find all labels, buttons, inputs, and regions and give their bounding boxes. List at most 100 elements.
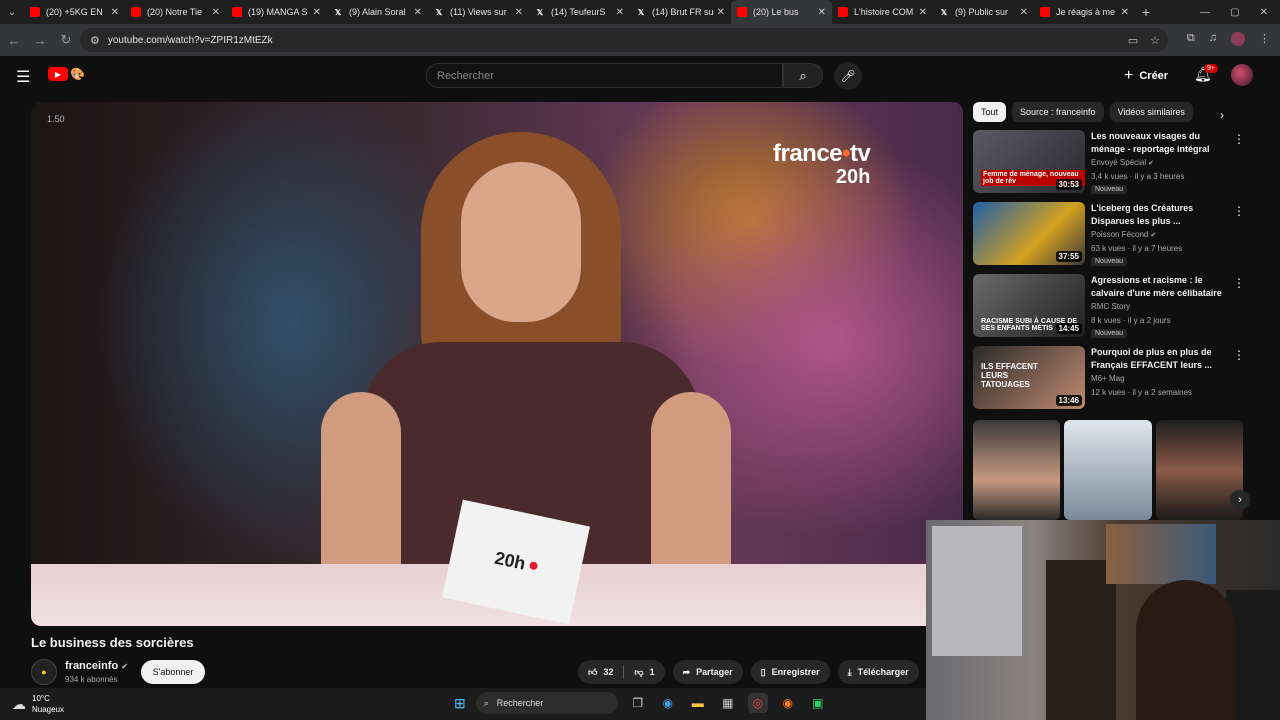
dislike-count: 1 (649, 667, 655, 677)
task-view-icon[interactable]: ❐ (628, 693, 648, 713)
bookmark-icon: ▯ (760, 666, 766, 677)
cast-icon[interactable]: ▭ (1128, 34, 1138, 47)
subscribe-button[interactable]: S'abonner (141, 660, 205, 684)
channel-name[interactable]: franceinfo ✔ (65, 660, 128, 672)
file-explorer-icon[interactable]: ▬ (688, 693, 708, 713)
media-controls-icon[interactable]: ♫ (1209, 32, 1217, 46)
close-tab-icon[interactable]: ✕ (414, 7, 422, 18)
minimize-icon[interactable]: — (1200, 7, 1210, 18)
share-icon: ➦ (682, 666, 691, 677)
video-title: Le business des sorcières (31, 635, 194, 650)
profile-avatar[interactable] (1231, 32, 1245, 46)
chevron-right-icon[interactable]: › (1220, 108, 1224, 122)
channel-avatar[interactable]: ● (31, 659, 57, 685)
chip-all[interactable]: Tout (973, 102, 1007, 122)
back-icon[interactable]: ← (2, 33, 26, 48)
weather-widget[interactable]: ☁ 10°C Nuageux (12, 693, 64, 715)
close-tab-icon[interactable]: ✕ (515, 7, 523, 18)
short-thumbnail[interactable] (973, 420, 1061, 520)
browser-tab[interactable]: L'histoire COM ✕ (832, 0, 933, 24)
tab-title: (20) +5KG EN (46, 7, 103, 17)
browser-tab[interactable]: 𝕏 (9) Alain Soral ✕ (327, 0, 428, 24)
more-options-icon[interactable]: ⋮ (1233, 348, 1245, 362)
bookmark-star-icon[interactable]: ☆ (1150, 34, 1160, 47)
recommendation-item[interactable]: RACISME SUBI À CAUSE DE SES ENFANTS MÉTI… (973, 274, 1263, 338)
browser-tab[interactable]: (20) +5KG EN ✕ (24, 0, 125, 24)
search-button[interactable]: ⌕ (783, 63, 823, 88)
more-options-icon[interactable]: ⋮ (1233, 132, 1245, 146)
browser-tab[interactable]: (20) Notre Tie ✕ (125, 0, 226, 24)
recommendation-item[interactable]: ILS EFFACENT LEURS TATOUAGES 13:46 Pourq… (973, 346, 1263, 410)
extensions-icon[interactable]: ⧉ (1187, 32, 1195, 46)
close-tab-icon[interactable]: ✕ (818, 7, 826, 18)
weather-condition: Nuageux (32, 705, 65, 714)
search-icon: ⌕ (799, 67, 807, 83)
verified-icon: ✔ (121, 662, 128, 671)
watermark-brand-suffix: tv (849, 140, 871, 167)
app-icon[interactable]: ▣ (808, 693, 828, 713)
firefox-icon[interactable]: ◉ (778, 693, 798, 713)
download-icon: ⤓ (847, 666, 852, 677)
create-button[interactable]: + Créer (1124, 64, 1168, 88)
short-thumbnail[interactable] (1064, 420, 1152, 520)
x-icon: 𝕏 (940, 7, 948, 17)
tab-search-dropdown-icon[interactable]: ⌄ (0, 0, 24, 24)
account-avatar[interactable] (1231, 64, 1253, 86)
close-tab-icon[interactable]: ✕ (717, 7, 725, 18)
dislike-button[interactable]: 👎︎ 1 (624, 667, 664, 678)
recommendation-item[interactable]: 37:55 L'iceberg des Créatures Disparues … (973, 202, 1263, 266)
browser-tab[interactable]: Je réagis à me ✕ (1034, 0, 1135, 24)
maximize-icon[interactable]: ▢ (1230, 7, 1239, 18)
browser-tab[interactable]: 𝕏 (9) Public sur ✕ (933, 0, 1034, 24)
edge-icon[interactable]: ◉ (658, 693, 678, 713)
chip-similar[interactable]: Vidéos similaires (1109, 102, 1193, 122)
search-input[interactable]: Rechercher (426, 63, 783, 88)
reload-icon[interactable]: ↻ (54, 32, 78, 48)
site-info-icon[interactable]: ⚙ (90, 34, 100, 47)
duration-badge: 37:55 (1055, 251, 1082, 262)
chip-source[interactable]: Source : franceinfo (1012, 102, 1104, 122)
hamburger-menu-icon[interactable]: ☰ (16, 67, 30, 87)
close-tab-icon[interactable]: ✕ (616, 7, 624, 18)
forward-icon[interactable]: → (28, 33, 52, 48)
browser-tab[interactable]: 𝕏 (11) Views sur ✕ (428, 0, 529, 24)
browser-tab[interactable]: 𝕏 (14) TeufeurS ✕ (529, 0, 630, 24)
like-button[interactable]: 👍︎ 32 (578, 667, 623, 678)
recommendation-meta: 63 k vues · il y a 7 heures (1091, 244, 1183, 253)
browser-tab[interactable]: 𝕏 (14) Brut FR su ✕ (630, 0, 731, 24)
watermark-brand: france (773, 140, 843, 167)
youtube-icon (1040, 7, 1050, 17)
download-button[interactable]: ⤓ Télécharger (837, 660, 919, 684)
voice-search-button[interactable]: 🎤︎ (834, 62, 862, 90)
close-tab-icon[interactable]: ✕ (1020, 7, 1028, 18)
youtube-logo[interactable]: ▶ 🎨 (48, 67, 85, 81)
chrome-icon[interactable]: ◎ (747, 693, 768, 713)
close-tab-icon[interactable]: ✕ (313, 7, 321, 18)
youtube-header: ☰ ▶ 🎨 Rechercher ⌕ 🎤︎ + Créer 🔔︎ 9+ (0, 56, 1280, 96)
windows-start-icon[interactable]: ⊞ (454, 695, 466, 712)
close-window-icon[interactable]: ✕ (1260, 7, 1268, 18)
browser-tab[interactable]: (19) MANGA S ✕ (226, 0, 327, 24)
shorts-next-button[interactable]: › (1230, 490, 1250, 510)
video-player[interactable]: 1.50 france•tv 20h 20h (31, 102, 963, 626)
store-icon[interactable]: ▦ (718, 693, 738, 713)
tab-title: (20) Notre Tie (147, 7, 203, 17)
close-tab-icon[interactable]: ✕ (1121, 7, 1129, 18)
new-tab-button[interactable]: + (1135, 4, 1157, 20)
channel-watermark: france•tv 20h (773, 140, 871, 188)
taskbar-search[interactable]: ⌕ Rechercher (475, 692, 618, 714)
close-tab-icon[interactable]: ✕ (212, 7, 220, 18)
more-options-icon[interactable]: ⋮ (1233, 204, 1245, 218)
save-button[interactable]: ▯ Enregistrer (750, 660, 830, 684)
url-field[interactable]: ⚙ youtube.com/watch?v=ZPIR1zMtEZk ▭ ☆ (80, 28, 1168, 52)
more-options-icon[interactable]: ⋮ (1233, 276, 1245, 290)
plus-icon: + (1124, 67, 1134, 84)
close-tab-icon[interactable]: ✕ (111, 7, 119, 18)
browser-tab[interactable]: (20) Le bus ✕ (731, 0, 832, 24)
recommendation-item[interactable]: Femme de ménage, nouveau job de rêv 30:5… (973, 130, 1263, 194)
duration-badge: 14:45 (1055, 323, 1082, 334)
close-tab-icon[interactable]: ✕ (919, 7, 927, 18)
browser-menu-icon[interactable]: ⋮ (1259, 32, 1270, 46)
share-button[interactable]: ➦ Partager (672, 660, 743, 684)
short-thumbnail[interactable] (1155, 420, 1243, 520)
